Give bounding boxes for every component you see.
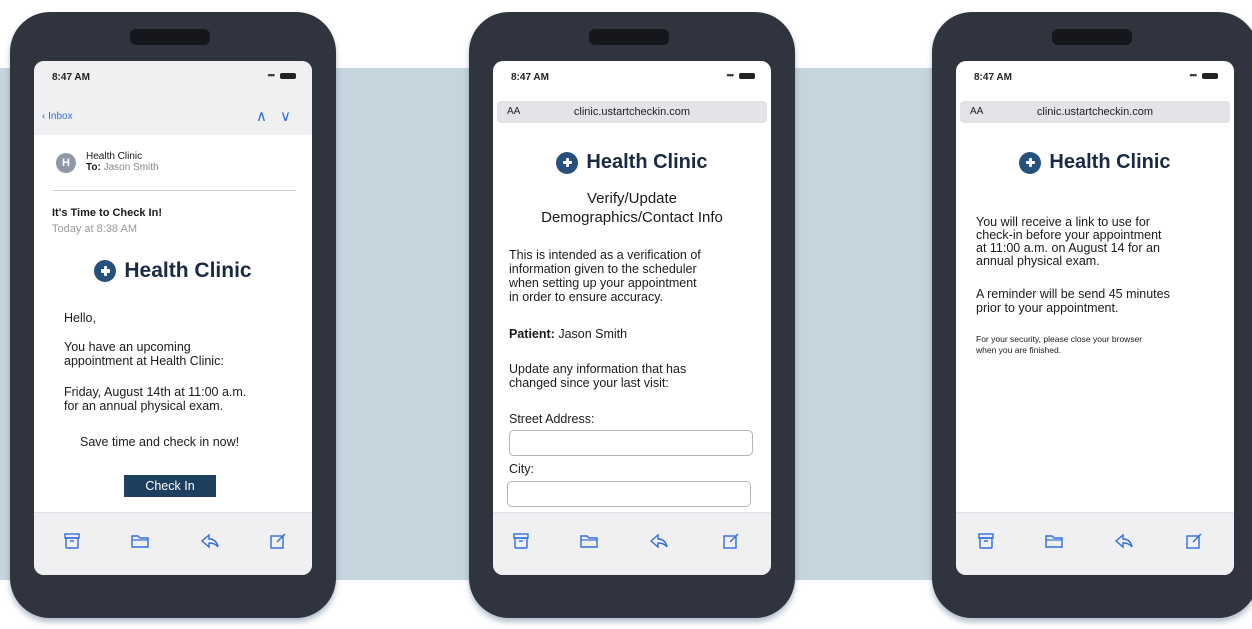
street-address-label: Street Address: — [509, 412, 595, 426]
compose-icon[interactable] — [1184, 531, 1204, 551]
form-heading-line: Verify/Update — [586, 190, 678, 207]
email-subject: It's Time to Check In! — [52, 207, 162, 219]
security-note-line: For your security, please close your bro… — [976, 334, 1143, 344]
previous-message-icon[interactable]: ∧ — [256, 107, 267, 125]
patient-line: Patient: Jason Smith — [509, 327, 627, 341]
clinic-logo: Health Clinic — [956, 151, 1234, 174]
phone-email: 8:47 AM ••• ‹ Inbox ∧ ∨ H Health Clinic … — [10, 12, 336, 618]
reply-icon[interactable] — [1114, 531, 1134, 551]
browser-toolbar — [956, 512, 1234, 575]
clinic-logo: Health Clinic — [493, 151, 771, 174]
signal-icon: ••• — [726, 70, 735, 80]
next-message-icon[interactable]: ∨ — [280, 107, 291, 125]
sender-avatar: H — [56, 153, 76, 173]
folder-icon[interactable] — [1044, 531, 1064, 551]
medical-cross-icon — [94, 260, 117, 282]
status-bar: 8:47 AM ••• — [493, 61, 771, 87]
url-text: clinic.ustartcheckin.com — [1036, 106, 1154, 118]
email-body-line: You have an upcoming — [64, 340, 191, 354]
clinic-name: Health Clinic — [586, 151, 708, 173]
street-address-input[interactable] — [509, 430, 753, 456]
folder-icon[interactable] — [579, 531, 599, 551]
reply-icon[interactable] — [649, 531, 669, 551]
clinic-name: Health Clinic — [1049, 151, 1171, 173]
address-bar[interactable]: AA clinic.ustartcheckin.com — [960, 101, 1230, 123]
medical-cross-icon — [1019, 151, 1042, 174]
sender-name: Health Clinic — [86, 151, 143, 162]
battery-icon — [739, 73, 755, 79]
phone-speaker — [1052, 29, 1132, 45]
email-date: Today at 8:38 AM — [52, 223, 137, 235]
address-bar[interactable]: AA clinic.ustartcheckin.com — [497, 101, 767, 123]
phone-confirmation: 8:47 AM ••• AA clinic.ustartcheckin.com … — [932, 12, 1252, 618]
email-body-line: Friday, August 14th at 11:00 a.m. — [64, 385, 247, 399]
update-instruction-line: changed since your last visit: — [509, 376, 669, 390]
email-cta-text: Save time and check in now! — [80, 435, 240, 449]
phone-speaker — [589, 29, 669, 45]
email-screen: 8:47 AM ••• ‹ Inbox ∧ ∨ H Health Clinic … — [34, 61, 312, 575]
email-body-line: appointment at Health Clinic: — [64, 354, 224, 368]
archive-icon[interactable] — [976, 531, 996, 551]
battery-icon — [280, 73, 296, 79]
patient-label: Patient: — [509, 327, 555, 341]
archive-icon[interactable] — [62, 531, 82, 551]
mail-toolbar — [34, 512, 312, 575]
patient-name: Jason Smith — [558, 327, 628, 341]
city-label: City: — [509, 462, 534, 476]
email-greeting: Hello, — [64, 311, 96, 325]
recipient-name: Jason Smith — [103, 162, 159, 173]
confirmation-line: You will receive a link to use for — [976, 215, 1150, 229]
clinic-logo: Health Clinic — [34, 259, 312, 283]
status-bar: 8:47 AM ••• — [34, 61, 312, 135]
battery-icon — [1202, 73, 1218, 79]
status-time: 8:47 AM — [974, 72, 1012, 83]
clinic-name: Health Clinic — [124, 259, 252, 282]
confirmation-line: annual physical exam. — [976, 254, 1100, 268]
confirmation-screen: 8:47 AM ••• AA clinic.ustartcheckin.com … — [956, 61, 1234, 575]
reply-icon[interactable] — [200, 531, 220, 551]
intro-line: in order to ensure accuracy. — [509, 290, 664, 304]
medical-cross-icon — [556, 151, 579, 174]
intro-line: This is intended as a verification of — [509, 248, 701, 262]
divider — [52, 190, 296, 191]
email-body-line: for an annual physical exam. — [64, 399, 224, 413]
update-instruction-line: Update any information that has — [509, 362, 687, 376]
intro-line: when setting up your appointment — [509, 276, 697, 290]
status-time: 8:47 AM — [52, 72, 90, 83]
inbox-label: Inbox — [48, 111, 73, 122]
folder-icon[interactable] — [130, 531, 150, 551]
confirmation-line: at 11:00 a.m. on August 14 for an — [976, 241, 1160, 255]
archive-icon[interactable] — [511, 531, 531, 551]
reminder-line: prior to your appointment. — [976, 301, 1119, 315]
security-note-line: when you are finished. — [976, 345, 1062, 355]
url-text: clinic.ustartcheckin.com — [573, 106, 691, 118]
signal-icon: ••• — [1189, 70, 1198, 80]
reminder-line: A reminder will be send 45 minutes — [976, 287, 1170, 301]
back-to-inbox-link[interactable]: ‹ Inbox — [42, 111, 73, 122]
status-time: 8:47 AM — [511, 72, 549, 83]
recipient-line: To: Jason Smith — [86, 162, 159, 173]
form-heading-line: Demographics/Contact Info — [541, 209, 723, 226]
intro-line: information given to the scheduler — [509, 262, 697, 276]
signal-icon: ••• — [267, 70, 276, 80]
confirmation-line: check-in before your appointment — [976, 228, 1162, 242]
phone-speaker — [130, 29, 210, 45]
status-bar: 8:47 AM ••• — [956, 61, 1234, 87]
to-label: To: — [86, 162, 101, 173]
check-in-button[interactable]: Check In — [124, 475, 216, 497]
compose-icon[interactable] — [721, 531, 741, 551]
browser-toolbar — [493, 512, 771, 575]
verify-screen: 8:47 AM ••• AA clinic.ustartcheckin.com … — [493, 61, 771, 575]
compose-icon[interactable] — [268, 531, 288, 551]
city-input[interactable] — [507, 481, 751, 507]
phone-verify-form: 8:47 AM ••• AA clinic.ustartcheckin.com … — [469, 12, 795, 618]
chevron-left-icon: ‹ — [42, 111, 46, 122]
